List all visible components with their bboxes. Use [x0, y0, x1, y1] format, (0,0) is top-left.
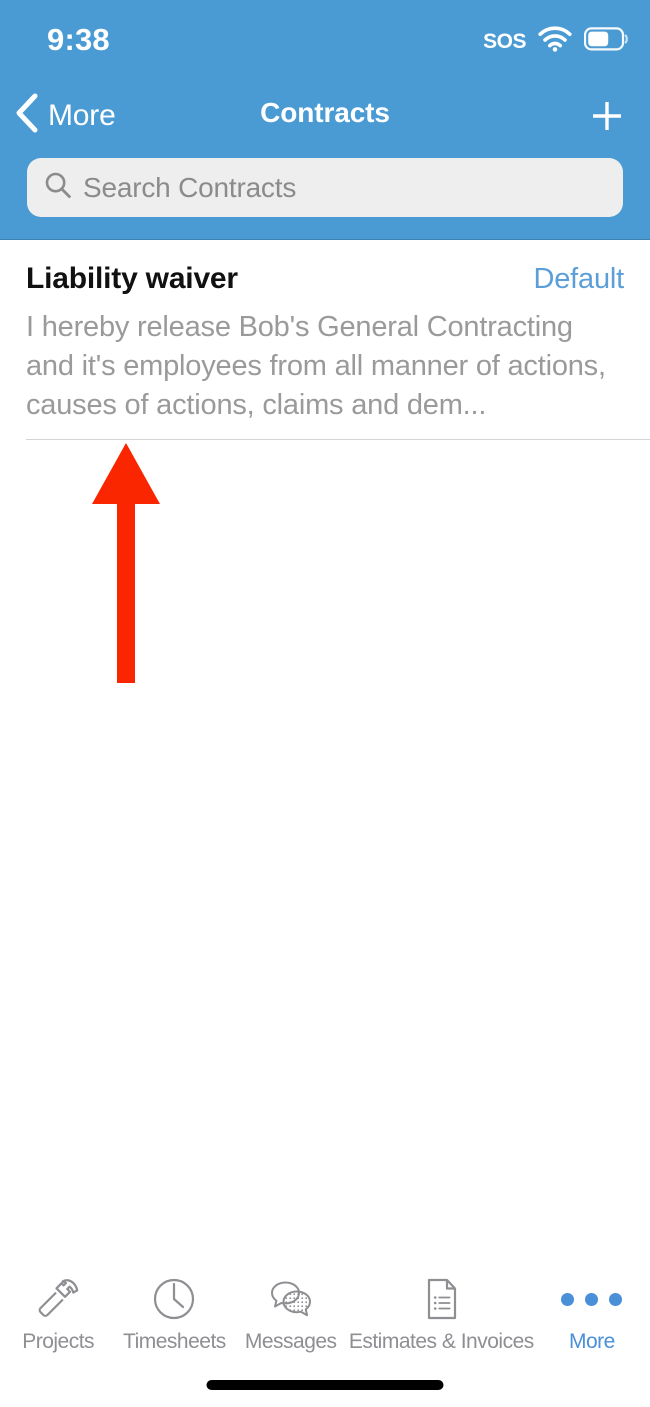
wifi-icon: [538, 26, 572, 57]
navigation-bar: More Contracts: [0, 78, 650, 150]
tab-label-messages: Messages: [244, 1330, 337, 1353]
sos-label: SOS: [483, 29, 526, 53]
hammer-icon: [32, 1272, 84, 1326]
search-input[interactable]: Search Contracts: [27, 158, 623, 217]
list-item-header: Liability waiver Default: [26, 262, 624, 296]
tab-bar-items: Projects Timesheets Messages Estimates &…: [0, 1272, 650, 1367]
plus-icon: [593, 102, 621, 130]
list-divider: [26, 439, 650, 440]
contract-preview-text: I hereby release Bob's General Contracti…: [26, 311, 606, 421]
status-bar-indicators: SOS: [483, 26, 628, 57]
app-header: 9:38 SOS More Contracts Search Contracts: [0, 0, 650, 240]
tab-timesheets[interactable]: Timesheets: [116, 1272, 232, 1367]
tab-bar: Projects Timesheets Messages Estimates &…: [0, 1259, 650, 1407]
battery-icon: [583, 27, 628, 56]
contract-list-item[interactable]: Liability waiver Default I hereby releas…: [0, 240, 650, 425]
tab-label-projects: Projects: [22, 1330, 95, 1353]
tab-label-timesheets: Timesheets: [123, 1330, 226, 1353]
status-bar-time: 9:38: [47, 22, 110, 57]
document-list-icon: [415, 1272, 467, 1326]
contracts-list: Liability waiver Default I hereby releas…: [0, 240, 650, 1260]
ellipsis-dot: [561, 1292, 575, 1306]
page-title: Contracts: [260, 97, 390, 128]
home-indicator: [206, 1380, 444, 1390]
clock-icon: [148, 1272, 200, 1326]
search-icon: [43, 170, 73, 205]
status-badge: Default: [533, 263, 625, 295]
contract-title: Liability waiver: [26, 262, 238, 295]
speech-bubbles-icon: [265, 1272, 317, 1326]
tab-messages[interactable]: Messages: [233, 1272, 349, 1367]
tab-estimates-invoices[interactable]: Estimates & Invoices: [349, 1272, 534, 1367]
tab-projects[interactable]: Projects: [0, 1272, 116, 1367]
table-row[interactable]: Liability waiver Default I hereby releas…: [0, 240, 650, 440]
tab-label-more: More: [568, 1330, 615, 1353]
tab-more[interactable]: More: [534, 1272, 650, 1367]
ellipsis-icon: [561, 1272, 623, 1326]
ellipsis-dot: [585, 1292, 599, 1306]
search-placeholder: Search Contracts: [83, 171, 297, 203]
tab-label-estimates-invoices: Estimates & Invoices: [348, 1330, 534, 1353]
add-contract-button[interactable]: [586, 95, 628, 137]
ellipsis-dot: [609, 1292, 623, 1306]
status-bar: 9:38 SOS: [0, 0, 650, 78]
